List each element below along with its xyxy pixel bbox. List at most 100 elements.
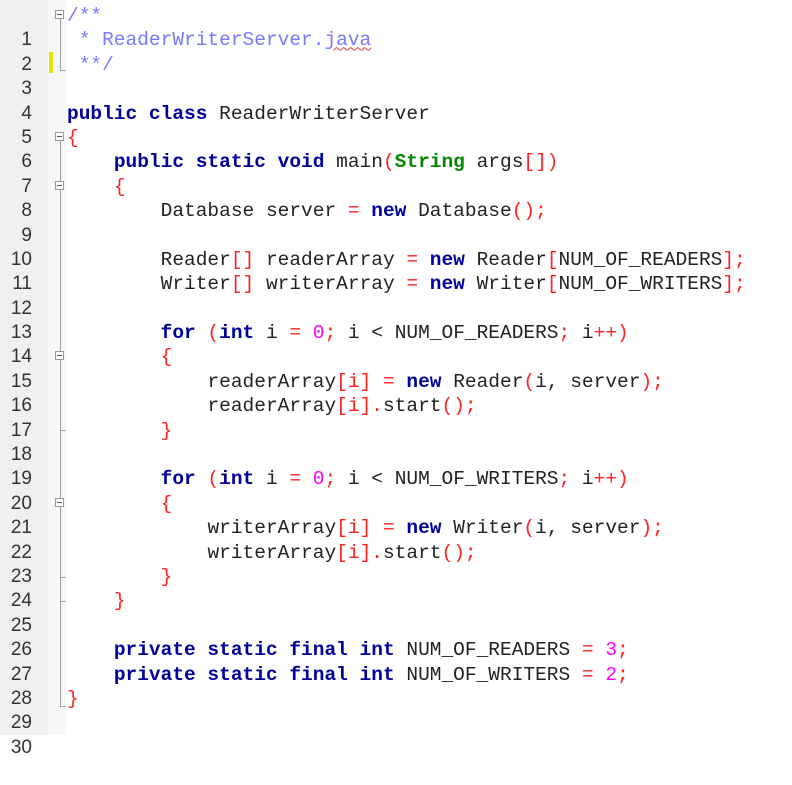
keyword: for	[160, 468, 196, 491]
identifier: Writer	[441, 517, 524, 540]
index: [i]	[336, 541, 372, 564]
line-number: 30	[10, 736, 32, 758]
identifier: NUM_OF_WRITERS	[394, 468, 559, 491]
keyword: public static void	[113, 151, 325, 174]
code-line: 26	[0, 614, 792, 660]
semicolon: ;	[617, 663, 629, 686]
paren: );	[640, 370, 664, 393]
fold-toggle-icon[interactable]	[55, 10, 64, 19]
code-line: 3 **/	[0, 53, 792, 99]
code-line: 30	[0, 711, 792, 758]
code-line: 23 writerArray[i].start();	[0, 541, 792, 587]
paren: );	[640, 517, 664, 540]
fold-toggle-icon[interactable]	[55, 351, 64, 361]
code-line: 24 }	[0, 565, 792, 611]
identifier: i <	[336, 468, 395, 491]
operator: =	[289, 322, 302, 345]
brace: }	[160, 419, 173, 442]
keyword: int	[219, 322, 255, 345]
code-line: 19	[0, 443, 792, 489]
code-line: 10	[0, 224, 792, 270]
code-line: 14 for (int i = 0; i < NUM_OF_READERS; i…	[0, 321, 792, 367]
code-line: 7 public static void main(String args[])	[0, 150, 792, 196]
comment: /**	[67, 5, 103, 27]
keyword: new	[406, 370, 442, 393]
code-line: 18 }	[0, 419, 792, 465]
keyword: new	[371, 200, 407, 223]
identifier: Reader	[160, 248, 231, 271]
number: 0	[312, 322, 325, 345]
keyword: private static final int	[113, 663, 395, 686]
semicolon: ;	[558, 322, 571, 345]
identifier: args	[464, 151, 524, 174]
paren: ();	[441, 395, 477, 418]
code-editor[interactable]: 1 /** 2 * ReaderWriterServer.java 3 **/ …	[0, 0, 792, 758]
keyword: public class	[67, 102, 208, 125]
code-line: 15 {	[0, 345, 792, 391]
method-name: start	[382, 395, 442, 418]
brackets: []	[230, 273, 255, 296]
operator: ++)	[593, 322, 629, 345]
bracket: [	[546, 248, 559, 271]
code-line: 6 {	[0, 126, 792, 172]
fold-toggle-icon[interactable]	[55, 497, 64, 507]
code-line: 28 private static final int NUM_OF_WRITE…	[0, 663, 792, 709]
brace: {	[160, 492, 173, 515]
fold-toggle-icon[interactable]	[55, 131, 64, 141]
type: String	[394, 151, 465, 174]
identifier: Writer	[464, 273, 547, 296]
brace: }	[113, 590, 126, 613]
identifier: writerArray	[207, 541, 337, 564]
method-name: main	[324, 151, 383, 174]
paren: [])	[523, 151, 559, 174]
comment: * ReaderWriterServer.	[67, 29, 325, 52]
keyword: for	[160, 322, 196, 345]
operator: =	[406, 248, 419, 271]
operator: =	[382, 370, 395, 393]
identifier: i <	[336, 322, 395, 345]
operator: =	[347, 200, 360, 223]
keyword: private static final int	[113, 639, 395, 662]
code-line: 2 * ReaderWriterServer.java	[0, 28, 792, 74]
code-line: 12 Writer[] writerArray = new Writer[NUM…	[0, 272, 792, 318]
operator: =	[581, 663, 594, 686]
brace: }	[67, 687, 79, 710]
keyword: int	[219, 468, 255, 491]
identifier: i	[570, 468, 594, 491]
index: [i]	[336, 370, 372, 393]
keyword: new	[406, 517, 442, 540]
code-line: 20 for (int i = 0; i < NUM_OF_WRITERS; i…	[0, 467, 792, 513]
bracket: [	[546, 273, 559, 296]
paren: (	[382, 151, 395, 174]
spellcheck-word: java	[324, 29, 372, 52]
keyword: new	[429, 248, 465, 271]
identifier: Writer	[160, 273, 231, 296]
class-name: ReaderWriterServer	[207, 102, 430, 125]
code-line: 1 /**	[0, 4, 792, 50]
identifier: NUM_OF_WRITERS	[394, 663, 582, 686]
identifier: i	[254, 322, 290, 345]
fold-toggle-icon[interactable]	[55, 180, 64, 190]
identifier: Database server	[160, 200, 348, 223]
paren: ();	[441, 541, 477, 564]
code-line: 9 Database server = new Database();	[0, 199, 792, 245]
paren: ();	[511, 200, 547, 223]
paren: (	[523, 370, 536, 393]
operator: =	[581, 639, 594, 662]
operator: =	[289, 468, 302, 491]
bracket: ];	[722, 273, 746, 296]
code-line: 27 private static final int NUM_OF_READE…	[0, 638, 792, 684]
code-line: 21 {	[0, 492, 792, 538]
code-line: 29 }	[0, 687, 792, 733]
operator: =	[382, 517, 395, 540]
identifier: Reader	[441, 370, 524, 393]
number: 2	[605, 663, 618, 686]
index: [i]	[336, 395, 372, 418]
index: [i]	[336, 517, 372, 540]
code-line: 5 public class ReaderWriterServer	[0, 102, 792, 148]
semicolon: ;	[324, 468, 337, 491]
semicolon: ;	[617, 639, 629, 662]
method-name: start	[382, 541, 442, 564]
code-line: 4	[0, 77, 792, 124]
identifier: NUM_OF_WRITERS	[558, 273, 723, 296]
